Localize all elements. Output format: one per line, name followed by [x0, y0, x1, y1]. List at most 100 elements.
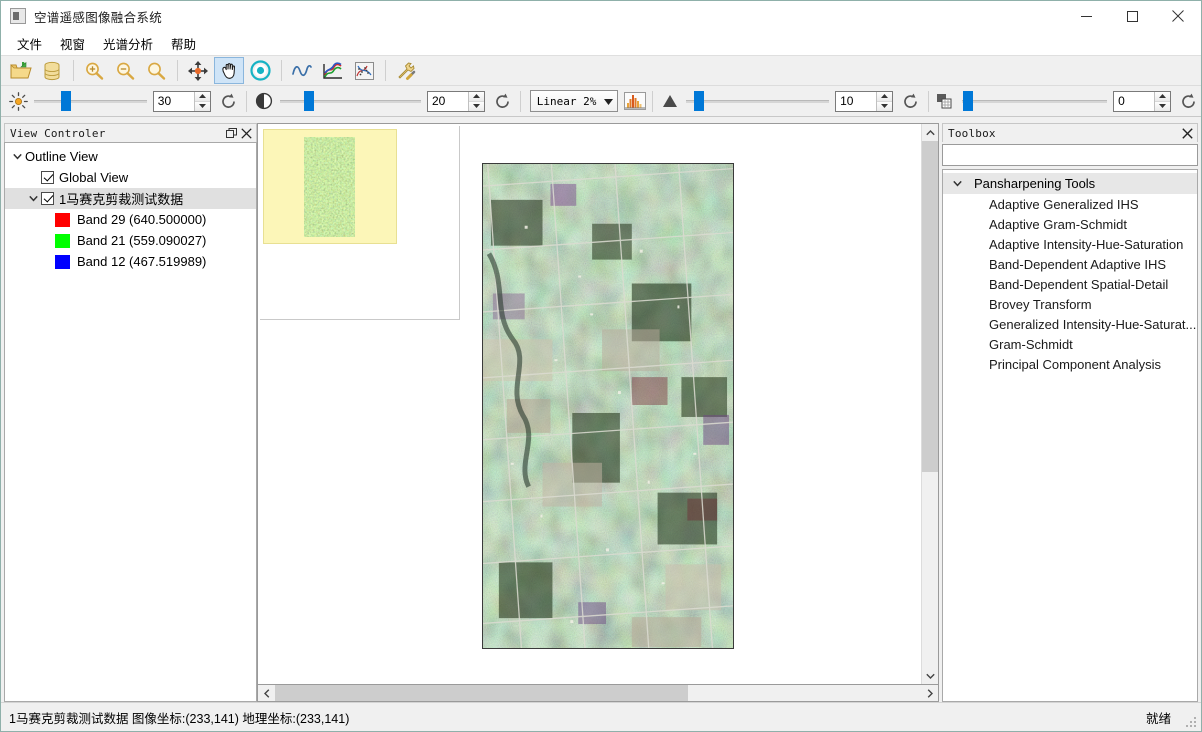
brightness-spinner-buttons[interactable] — [193, 91, 210, 111]
transparency-spinner[interactable]: 0 — [1113, 90, 1172, 112]
tree-node-band-red[interactable]: Band 29 (640.500000) — [5, 209, 256, 230]
resize-grip-icon[interactable] — [1184, 715, 1198, 729]
histogram-icon[interactable] — [623, 89, 647, 113]
contrast-spinner[interactable]: 20 — [427, 90, 485, 112]
contrast-reset-button[interactable] — [490, 89, 515, 113]
tree-node-band-blue[interactable]: Band 12 (467.519989) — [5, 251, 256, 272]
transparency-slider[interactable] — [961, 91, 1108, 111]
checkbox-global-view[interactable] — [41, 171, 54, 184]
scroll-down-button[interactable] — [922, 667, 938, 684]
brightness-value[interactable]: 30 — [153, 91, 194, 111]
toolbox-item-gram-schmidt[interactable]: Gram-Schmidt — [943, 334, 1197, 354]
sharpness-spin-up[interactable] — [877, 91, 893, 102]
toolbox-search-box[interactable] — [942, 144, 1198, 166]
reset-icon — [496, 93, 509, 108]
stretch-mode-select[interactable]: Linear 2% — [529, 90, 618, 112]
satellite-image-window[interactable] — [482, 163, 734, 649]
brightness-spin-up[interactable] — [194, 91, 210, 102]
horizontal-scroll-track[interactable] — [275, 685, 921, 701]
contrast-slider[interactable] — [279, 91, 421, 111]
transparency-slider-handle[interactable] — [963, 91, 974, 111]
menu-file[interactable]: 文件 — [8, 31, 51, 57]
chart-button[interactable] — [318, 57, 348, 84]
scatter-plot-button[interactable] — [349, 57, 379, 84]
transparency-reset-button[interactable] — [1176, 89, 1201, 113]
menu-window[interactable]: 视窗 — [51, 31, 94, 57]
scroll-right-button[interactable] — [921, 685, 938, 701]
toolbox-item-generalized-intensity-hue-saturation[interactable]: Generalized Intensity-Hue-Saturat... — [943, 314, 1197, 334]
brightness-spinner[interactable]: 30 — [152, 90, 211, 112]
toolbox-item-adaptive-generalized-ihs[interactable]: Adaptive Generalized IHS — [943, 194, 1197, 214]
toolbox-item-band-dependent-adaptive-ihs[interactable]: Band-Dependent Adaptive IHS — [943, 254, 1197, 274]
toolbox-item-adaptive-gram-schmidt[interactable]: Adaptive Gram-Schmidt — [943, 214, 1197, 234]
tree-node-dataset[interactable]: 1马赛克剪裁测试数据 — [5, 188, 256, 209]
toolbox-tree[interactable]: Pansharpening Tools Adaptive Generalized… — [942, 169, 1198, 702]
hand-tool-button[interactable] — [214, 57, 244, 84]
transparency-spinner-buttons[interactable] — [1154, 91, 1171, 111]
tree-node-outline-view[interactable]: Outline View — [5, 146, 256, 167]
close-button[interactable] — [1155, 1, 1201, 32]
toolbox-item-brovey-transform[interactable]: Brovey Transform — [943, 294, 1197, 314]
contrast-spin-down[interactable] — [469, 101, 484, 111]
toolbox-item-adaptive-intensity-hue-saturation[interactable]: Adaptive Intensity-Hue-Saturation — [943, 234, 1197, 254]
brightness-spin-down[interactable] — [194, 101, 210, 111]
toolbox-close-button[interactable] — [1180, 126, 1195, 141]
vertical-scroll-track[interactable] — [922, 141, 938, 667]
open-file-button[interactable] — [6, 57, 36, 84]
contrast-slider-track — [279, 99, 421, 103]
sharpness-value[interactable]: 10 — [836, 91, 877, 111]
toolbox-item-band-dependent-spatial-detail[interactable]: Band-Dependent Spatial-Detail — [943, 274, 1197, 294]
brightness-slider[interactable] — [34, 91, 147, 111]
vertical-scroll-thumb[interactable] — [922, 141, 938, 473]
pan-move-button[interactable] — [183, 57, 213, 84]
tree-node-global-view[interactable]: Global View — [5, 167, 256, 188]
view-controller-tree[interactable]: Outline View Global View 1马赛克剪裁测试数据 Band… — [4, 142, 257, 702]
toolbox-search-input[interactable] — [943, 145, 1197, 165]
sharpness-slider[interactable] — [685, 91, 830, 111]
transparency-slider-track — [961, 99, 1108, 103]
brightness-slider-handle[interactable] — [61, 91, 72, 111]
toolbox-group-pansharpening[interactable]: Pansharpening Tools — [943, 173, 1197, 194]
scroll-left-button[interactable] — [258, 685, 275, 701]
sharpness-spin-down[interactable] — [877, 101, 893, 111]
chevron-down-icon[interactable] — [949, 176, 965, 192]
brightness-reset-button[interactable] — [216, 89, 241, 113]
database-button[interactable] — [37, 57, 67, 84]
minimize-button[interactable] — [1063, 1, 1109, 32]
checkbox-dataset[interactable] — [41, 192, 54, 205]
contrast-spinner-buttons[interactable] — [468, 91, 484, 111]
contrast-value[interactable]: 20 — [428, 91, 468, 111]
sharpness-slider-handle[interactable] — [694, 91, 705, 111]
view-controller-close-button[interactable] — [239, 126, 254, 141]
zoom-out-button[interactable] — [110, 57, 140, 84]
tools-button[interactable] — [391, 57, 421, 84]
status-message: 1马赛克剪裁测试数据 图像坐标:(233,141) 地理坐标:(233,141) — [9, 711, 350, 726]
scroll-up-button[interactable] — [922, 124, 938, 141]
maximize-button[interactable] — [1109, 1, 1155, 32]
sharpness-spinner-buttons[interactable] — [876, 91, 893, 111]
menu-help[interactable]: 帮助 — [162, 31, 205, 57]
chevron-down-icon[interactable] — [9, 149, 25, 165]
overview-window[interactable] — [260, 126, 460, 320]
main-body: View Controler Outline View Global View … — [1, 117, 1201, 702]
horizontal-scroll-thumb[interactable] — [275, 685, 689, 701]
image-canvas[interactable] — [258, 124, 921, 684]
mdi-vertical-scrollbar[interactable] — [921, 124, 938, 684]
sharpness-reset-button[interactable] — [898, 89, 923, 113]
contrast-slider-handle[interactable] — [303, 91, 314, 111]
transparency-spin-up[interactable] — [1155, 91, 1171, 102]
spectrum-curve-button[interactable] — [287, 57, 317, 84]
contrast-spin-up[interactable] — [469, 91, 484, 102]
view-controller-float-button[interactable] — [224, 126, 239, 141]
zoom-in-button[interactable] — [79, 57, 109, 84]
menu-spectral-analysis[interactable]: 光谱分析 — [94, 31, 162, 57]
chevron-down-icon[interactable] — [25, 191, 41, 207]
toolbox-item-principal-component-analysis[interactable]: Principal Component Analysis — [943, 354, 1197, 374]
transparency-value[interactable]: 0 — [1114, 91, 1155, 111]
tree-node-band-green[interactable]: Band 21 (559.090027) — [5, 230, 256, 251]
zoom-fit-button[interactable] — [141, 57, 171, 84]
target-button[interactable] — [245, 57, 275, 84]
mdi-horizontal-scrollbar[interactable] — [257, 685, 939, 702]
transparency-spin-down[interactable] — [1155, 101, 1171, 111]
sharpness-spinner[interactable]: 10 — [835, 90, 894, 112]
